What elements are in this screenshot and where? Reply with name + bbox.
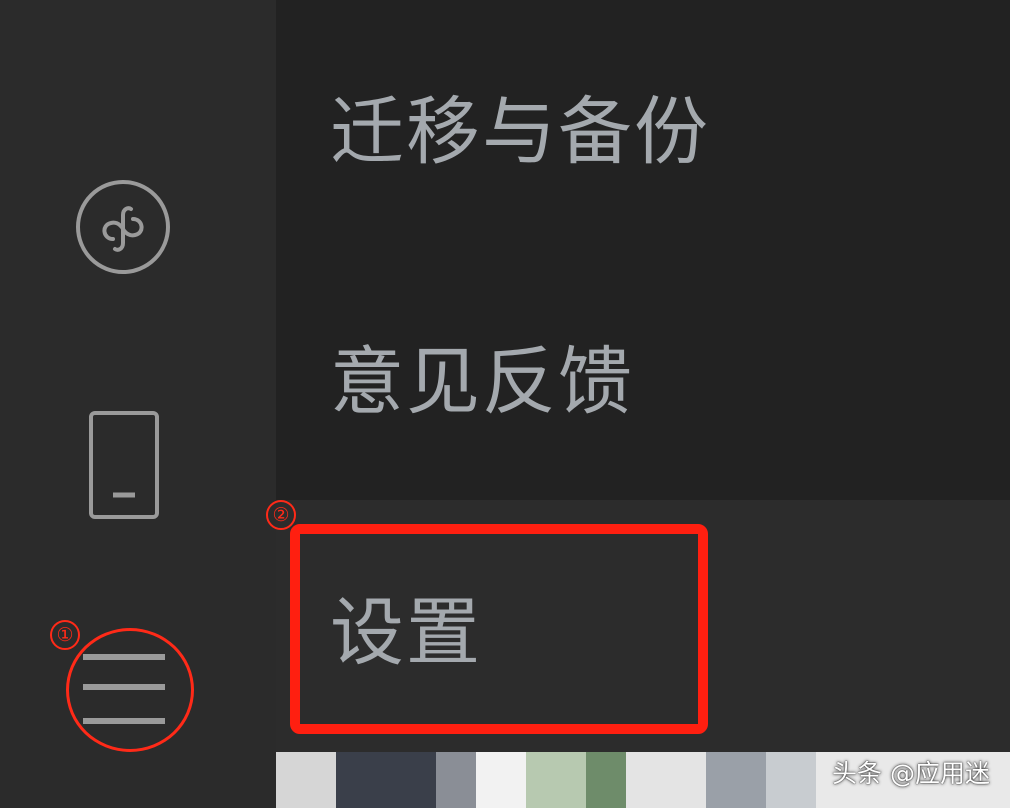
- menu-item-migrate-backup[interactable]: 迁移与备份: [276, 0, 1010, 250]
- blur-block: [626, 752, 706, 808]
- app-window: 迁移与备份 意见反馈 设置 ① ② 头条 @应用迷: [0, 0, 1010, 808]
- mini-program-icon[interactable]: [72, 176, 174, 278]
- mini-program-icon-svg: [76, 180, 170, 274]
- blur-block: [706, 752, 766, 808]
- blur-block: [586, 752, 626, 808]
- watermark-text: 头条 @应用迷: [832, 759, 990, 788]
- menu-item-feedback[interactable]: 意见反馈: [276, 250, 1010, 500]
- menu-icon-svg: [83, 654, 165, 724]
- step-2-badge: ②: [266, 500, 296, 530]
- step-1-badge: ①: [50, 620, 80, 650]
- blur-block: [436, 752, 476, 808]
- blur-block: [336, 752, 436, 808]
- menu-item-label: 意见反馈: [330, 338, 634, 425]
- blur-block: [276, 752, 336, 808]
- sidebar: [0, 0, 276, 808]
- phone-icon[interactable]: [82, 408, 164, 522]
- menu-item-label: 迁移与备份: [330, 88, 710, 175]
- menu-item-settings[interactable]: 设置: [276, 500, 1010, 752]
- blur-block: [766, 752, 816, 808]
- menu-item-label: 设置: [330, 589, 482, 676]
- phone-icon-svg: [89, 411, 159, 519]
- settings-popup-menu: 迁移与备份 意见反馈 设置: [276, 0, 1010, 752]
- blur-block: [476, 752, 526, 808]
- blur-block: [526, 752, 586, 808]
- menu-icon[interactable]: [72, 636, 174, 738]
